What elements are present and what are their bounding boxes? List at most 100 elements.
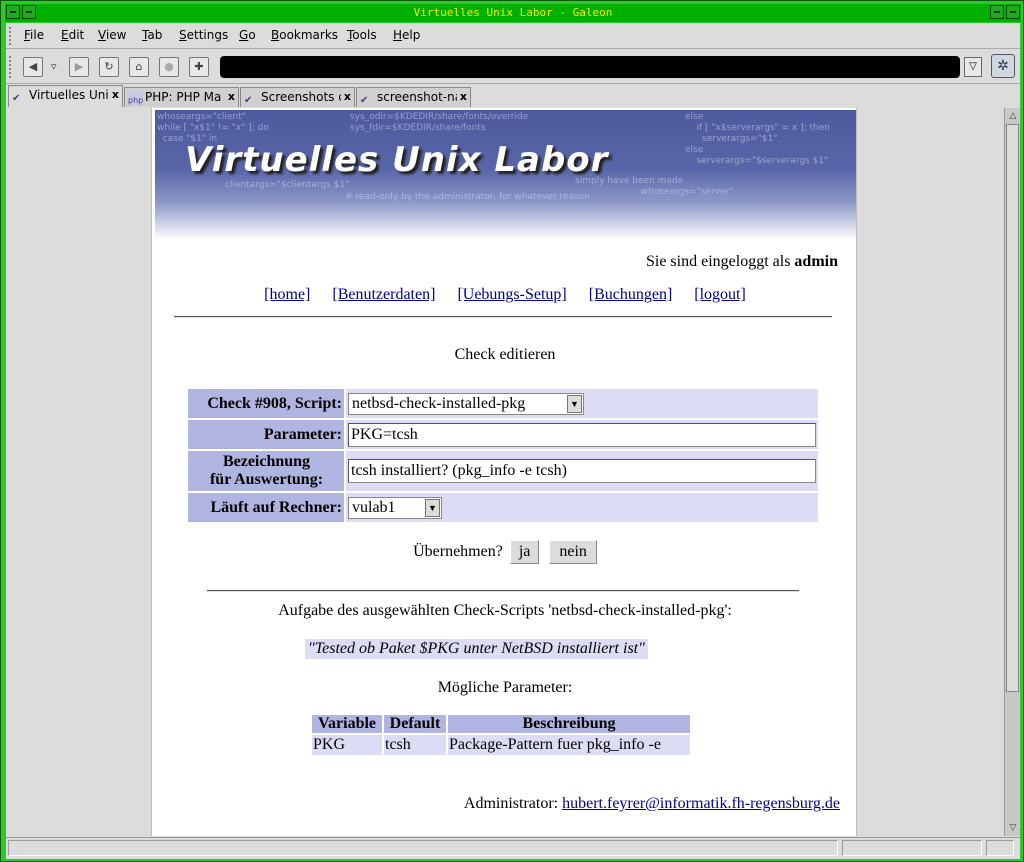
nav-benutzerdaten-link[interactable]: [Benutzerdaten] <box>332 286 435 303</box>
security-icon <box>986 840 1014 856</box>
param-cell: PKG=tcsh <box>346 420 818 449</box>
scroll-up-icon[interactable]: △ <box>1006 109 1020 123</box>
bezeichnung-label-line2: für Auswertung: <box>209 471 324 488</box>
tab-virtuelles-unix[interactable]: ✔ Virtuelles Unix x <box>8 85 123 107</box>
login-status: Sie sind eingeloggt als admin <box>646 253 838 271</box>
tab-php-manual[interactable]: php PHP: PHP Ma x <box>124 87 239 107</box>
toolbar-grip[interactable] <box>9 56 15 78</box>
home-icon[interactable]: ⌂ <box>129 57 149 77</box>
web-page: whoseargs="client" while [ "x$1" != "x" ]… <box>151 108 857 836</box>
chevron-down-icon: ▼ <box>567 394 582 413</box>
menu-view[interactable]: View <box>98 28 126 42</box>
divider <box>174 316 832 318</box>
menu-file[interactable]: File <box>24 28 44 42</box>
url-input[interactable] <box>220 56 960 78</box>
table-row: PKG tcsh Package-Pattern fuer pkg_info -… <box>312 735 690 755</box>
banner-title: Virtuelles Unix Labor <box>185 140 609 180</box>
script-description: "Tested ob Paket $PKG unter NetBSD insta… <box>305 639 648 659</box>
banner-background-code: sys_odir=$KDEDIR/share/fonts/override sys… <box>350 112 529 133</box>
banner-background-code: clientargs="$clientargs $1" <box>225 180 350 190</box>
table-header: Default <box>384 715 446 733</box>
stop-icon[interactable]: ● <box>159 57 179 77</box>
window-shade-button[interactable] <box>22 5 36 19</box>
tab-close-icon[interactable]: x <box>228 88 235 106</box>
menu-tab[interactable]: Tab <box>142 28 162 42</box>
host-label: Läuft auf Rechner: <box>188 493 344 522</box>
chevron-down-icon: ▼ <box>425 498 440 517</box>
admin-email-link[interactable]: hubert.feyrer@informatik.fh-regensburg.d… <box>562 795 840 812</box>
host-select[interactable]: vulab1 ▼ <box>348 496 442 519</box>
tab-label: Screenshots c <box>261 90 341 104</box>
window-titlebar[interactable]: Virtuelles Unix Labor - Galeon <box>5 4 1021 22</box>
yes-button[interactable]: ja <box>509 540 540 564</box>
window-frame: Virtuelles Unix Labor - Galeon File Edit… <box>0 0 1024 862</box>
script-select[interactable]: netbsd-check-installed-pkg ▼ <box>348 392 584 415</box>
task-text: Aufgabe des ausgewählten Check-Scripts '… <box>278 602 732 619</box>
menu-help[interactable]: Help <box>393 28 420 42</box>
menu-settings[interactable]: Settings <box>179 28 228 42</box>
zoom-icon[interactable]: ✚ <box>189 57 209 77</box>
params-table: Variable Default Beschreibung PKG tcsh P… <box>310 713 692 757</box>
tab-label: screenshot-na <box>377 90 457 104</box>
reload-icon[interactable]: ↻ <box>99 57 119 77</box>
window-minimize-button[interactable] <box>990 5 1004 19</box>
browser-app: File Edit View Tab Settings Go Bookmarks… <box>6 23 1020 859</box>
no-button[interactable]: nein <box>549 540 597 564</box>
nav-uebungs-setup-link[interactable]: [Uebungs-Setup] <box>457 286 566 303</box>
window-menu-button[interactable] <box>6 5 20 19</box>
page-heading: Check editieren <box>454 346 556 363</box>
apply-prompt: Übernehmen? <box>413 543 503 560</box>
menu-go[interactable]: Go <box>239 28 256 42</box>
forward-icon[interactable]: ▶ <box>69 57 89 77</box>
page-viewport: whoseargs="client" while [ "x$1" != "x" ]… <box>6 108 1004 836</box>
menu-tools[interactable]: Tools <box>347 28 377 42</box>
window-maximize-button[interactable] <box>1006 5 1020 19</box>
banner-background-code: else if [ "x$serverargs" = x ]; then ser… <box>685 112 830 166</box>
login-user: admin <box>794 253 838 270</box>
site-nav: [home] [Benutzerdaten] [Uebungs-Setup] [… <box>152 286 858 304</box>
check-label: Check #908, Script: <box>188 389 344 418</box>
url-history-dropdown-icon[interactable]: ▽ <box>964 57 982 77</box>
galeon-throbber-icon[interactable]: ✲ <box>991 54 1015 78</box>
nav-home-link[interactable]: [home] <box>264 286 310 303</box>
scroll-down-icon[interactable]: ▽ <box>1006 821 1020 835</box>
tab-close-icon[interactable]: x <box>112 86 119 104</box>
menu-edit[interactable]: Edit <box>61 28 84 42</box>
banner-background-code: # read-only by the administrator, for wh… <box>345 192 590 202</box>
progress-bar <box>842 840 982 856</box>
host-select-value: vulab1 <box>352 498 396 516</box>
tab-close-icon[interactable]: x <box>344 88 351 106</box>
vertical-scrollbar[interactable]: △ ▽ <box>1004 108 1020 836</box>
tab-screenshot-na[interactable]: ✔ screenshot-na x <box>356 87 471 107</box>
nav-logout-link[interactable]: [logout] <box>694 286 746 303</box>
param-label: Parameter: <box>188 420 344 449</box>
tab-close-icon[interactable]: x <box>460 88 467 106</box>
login-prefix: Sie sind eingeloggt als <box>645 253 795 270</box>
param-input[interactable]: PKG=tcsh <box>348 422 816 447</box>
menubar-grip[interactable] <box>9 27 15 45</box>
tab-label: Virtuelles Unix <box>29 88 109 102</box>
back-icon[interactable]: ◀ <box>23 57 43 77</box>
tab-screenshots[interactable]: ✔ Screenshots c x <box>240 87 355 107</box>
back-history-icon[interactable]: ▿ <box>51 60 57 73</box>
table-cell: Package-Pattern fuer pkg_info -e <box>448 735 690 755</box>
menu-bookmarks[interactable]: Bookmarks <box>271 28 338 42</box>
bezeichnung-input[interactable]: tcsh installiert? (pkg_info -e tcsh) <box>348 459 816 483</box>
nav-buchungen-link[interactable]: [Buchungen] <box>589 286 673 303</box>
bezeichnung-label: Bezeichnung für Auswertung: <box>188 451 344 491</box>
table-cell: PKG <box>312 735 382 755</box>
php-icon: php <box>128 92 143 106</box>
navigation-toolbar: ◀ ▿ ▶ ↻ ⌂ ● ✚ ▽ ✲ <box>6 50 1020 84</box>
window-title: Virtuelles Unix Labor - Galeon <box>413 6 613 19</box>
table-header: Variable <box>312 715 382 733</box>
table-header: Beschreibung <box>448 715 690 733</box>
admin-label: Administrator: <box>463 795 563 812</box>
tab-label: PHP: PHP Ma <box>145 90 222 104</box>
table-cell: tcsh <box>384 735 446 755</box>
status-text <box>8 840 838 856</box>
script-cell: netbsd-check-installed-pkg ▼ <box>346 389 818 418</box>
divider <box>207 590 799 592</box>
scrollbar-thumb[interactable] <box>1006 124 1019 692</box>
galeon-icon: ✔ <box>244 95 253 106</box>
params-heading: Mögliche Parameter: <box>437 679 573 696</box>
